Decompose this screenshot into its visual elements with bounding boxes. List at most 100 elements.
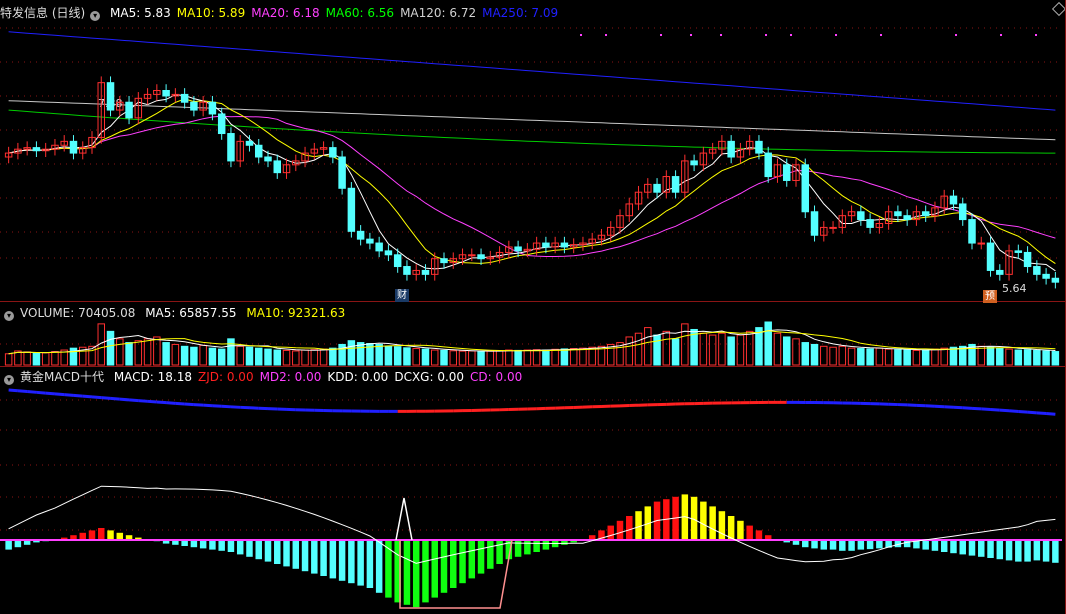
trend-line — [54, 392, 65, 397]
macd-bar — [468, 540, 476, 579]
macd-bar — [264, 540, 272, 562]
macd-bar — [199, 540, 207, 549]
trend-line — [82, 394, 93, 399]
marker-dot — [690, 34, 692, 36]
volume-bar — [542, 349, 550, 366]
macd-bar — [320, 540, 327, 576]
macd-bar — [996, 540, 1004, 560]
volume-bar — [1005, 348, 1013, 366]
macd-bar — [246, 540, 253, 557]
macd-bar — [950, 540, 957, 554]
volume-bar — [514, 349, 522, 366]
volume-bar — [23, 351, 31, 366]
macd-bar — [829, 540, 837, 550]
macd-bar — [607, 525, 614, 540]
marker-dot — [955, 34, 957, 36]
macd-bar — [477, 540, 485, 574]
marker-dot — [1000, 34, 1002, 36]
macd-bar — [274, 540, 281, 564]
volume-bar — [773, 332, 782, 366]
macd-bar — [366, 540, 374, 588]
volume-bar — [857, 348, 865, 366]
volume-bar — [208, 347, 217, 366]
volume-bar — [653, 334, 661, 366]
volume-bar — [996, 347, 1004, 366]
candle-body — [440, 258, 448, 264]
volume-bar — [847, 347, 856, 366]
macd-bar — [496, 540, 503, 564]
volume-bar — [801, 342, 810, 366]
chart-canvas[interactable] — [0, 0, 1066, 614]
trend-line — [1045, 412, 1056, 416]
candle-body — [338, 156, 346, 189]
trend-line — [91, 395, 102, 400]
volume-bar — [912, 349, 921, 366]
macd-bar — [459, 540, 466, 584]
volume-bar — [310, 349, 319, 366]
candle-body — [894, 211, 902, 217]
volume-bar — [579, 347, 587, 366]
macd-bar — [116, 532, 124, 540]
candle-body — [968, 219, 976, 244]
marker-dot — [765, 34, 767, 36]
trend-line — [1036, 411, 1047, 416]
ma20-line — [8, 115, 1056, 257]
volume-bar — [792, 338, 800, 366]
trend-line — [73, 393, 83, 398]
macd-bar — [968, 540, 976, 556]
macd-bar — [450, 540, 457, 588]
volume-bar — [449, 350, 458, 366]
candle-body — [69, 140, 78, 154]
volume-bar — [977, 345, 986, 366]
macd-bar — [626, 516, 633, 540]
macd-bar — [311, 540, 318, 574]
volume-bar — [764, 321, 772, 366]
macd-bar — [709, 506, 716, 540]
candle-body — [217, 113, 226, 135]
volume-bar — [931, 348, 939, 366]
volume-bar — [468, 350, 476, 366]
trend-line — [212, 404, 222, 408]
candle-body — [329, 147, 337, 158]
candle-body — [921, 211, 930, 217]
volume-bar — [4, 353, 13, 366]
macd-bar — [940, 540, 948, 552]
volume-bar — [495, 350, 504, 366]
volume-bar — [921, 349, 930, 366]
trend-line — [193, 403, 204, 407]
macd-bar — [422, 540, 429, 603]
trend-line — [990, 408, 1000, 412]
macd-bar — [542, 540, 550, 550]
candle-body — [180, 93, 189, 103]
volume-bar — [551, 348, 559, 366]
trend-line — [971, 406, 982, 411]
candle-body — [190, 101, 198, 111]
volume-bar — [116, 338, 124, 366]
macd-bar — [190, 540, 198, 548]
macd-bar — [987, 540, 994, 558]
macd-bar — [839, 540, 846, 551]
candle-body — [245, 140, 254, 146]
trend-line — [1018, 409, 1028, 414]
macd-bar — [1052, 540, 1059, 563]
candle-body — [162, 90, 170, 97]
volume-bar — [180, 345, 189, 366]
volume-bar — [745, 330, 754, 366]
candle-body — [1014, 250, 1023, 253]
candle-body — [273, 160, 282, 174]
volume-bar — [375, 343, 383, 366]
volume-bar — [894, 349, 902, 366]
volume-bar — [440, 349, 448, 366]
volume-bar — [810, 343, 819, 366]
macd-bar — [978, 540, 985, 557]
macd-bar — [329, 540, 337, 579]
macd-bar — [88, 530, 96, 540]
candle-body — [764, 152, 772, 178]
candle-body — [671, 176, 680, 193]
volume-bar — [412, 348, 420, 366]
volume-bar — [949, 346, 958, 366]
trend-line — [999, 408, 1010, 413]
ma60-line — [8, 109, 1056, 154]
volume-bar — [227, 338, 235, 366]
macd-bar — [514, 540, 522, 557]
